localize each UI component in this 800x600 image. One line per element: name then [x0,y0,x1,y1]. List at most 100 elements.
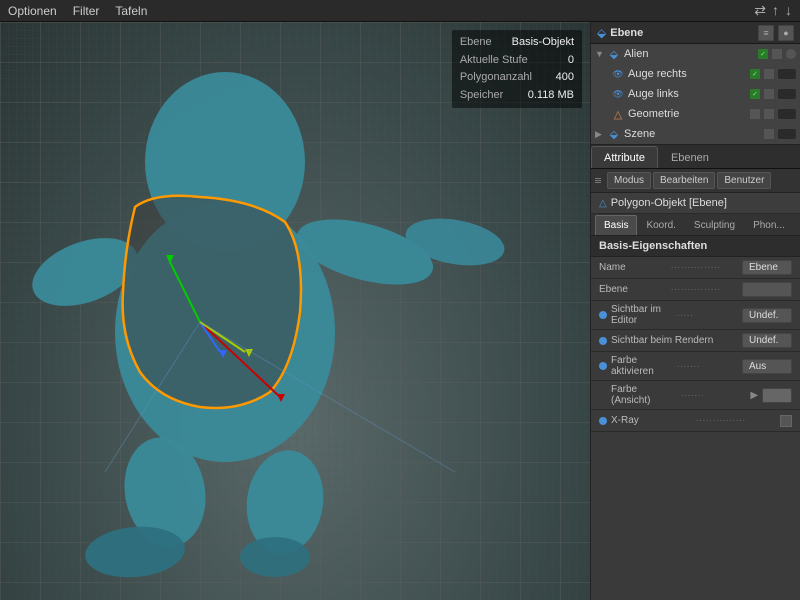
prop-label-xray: X-Ray [611,415,692,426]
menubar: Optionen Filter Tafeln ⇄ ↑ ↓ [0,0,800,22]
info-row-poly: Polygonanzahl 400 [460,69,574,87]
dot-grey-g-2 [764,109,774,119]
prop-row-name: Name ··············· Ebene [591,257,800,279]
prop-row-ebene: Ebene ··············· [591,279,800,301]
tab-attribute[interactable]: Attribute [591,146,658,168]
prop-value-ebene[interactable] [742,282,792,297]
indicator-sichtbar-render [599,337,607,345]
info-value-speicher: 0.118 MB [528,87,574,105]
right-panel: ⬙ Ebene ≡ ● ▼ ⬙ Alien ✓ [590,22,800,600]
tree-dots-alien: ✓ [758,49,796,59]
tree-arrow-alien: ▼ [595,49,607,59]
tree-label-geometrie: Geometrie [628,108,750,120]
prop-value-name[interactable]: Ebene [742,260,792,275]
spacer-farbe-ansicht [599,391,607,399]
tree-item-auge-links[interactable]: 👁 Auge links ✓ [591,84,800,104]
menu-optionen[interactable]: Optionen [8,4,57,18]
tree-dots-szene [764,129,796,139]
btn-modus[interactable]: Modus [607,172,651,189]
menu-filter[interactable]: Filter [73,4,100,18]
prop-label-name: Name [599,262,667,273]
prop-row-farbe-akt: Farbe aktivieren ······· Aus [591,352,800,381]
sub-tab-koord[interactable]: Koord. [637,215,684,235]
prop-value-sichtbar-render[interactable]: Undef. [742,333,792,348]
info-value-poly: 400 [556,69,574,87]
dot-dark-g [778,109,796,119]
viewport[interactable]: Ebene Basis-Objekt Aktuelle Stufe 0 Poly… [0,22,590,600]
indicator-farbe-akt [599,362,607,370]
prop-row-xray: X-Ray ··············· [591,410,800,432]
dot-check-al: ✓ [750,89,760,99]
info-label-poly: Polygonanzahl [460,69,532,87]
menu-tafeln[interactable]: Tafeln [115,4,147,18]
scene-header: ⬙ Ebene ≡ ● [591,22,800,44]
scene-icons: ≡ ● [758,25,794,41]
tree-label-auge-links: Auge links [628,88,750,100]
prop-label-farbe-ansicht: Farbe (Ansicht) [611,384,677,406]
dot-grey-ar-1 [764,69,774,79]
tree-item-auge-rechts[interactable]: 👁 Auge rechts ✓ [591,64,800,84]
dot-grey-s-1 [764,129,774,139]
layer-icon-szene: ⬙ [607,127,621,141]
prop-label-farbe-akt: Farbe aktivieren [611,355,673,377]
viewport-canvas: Ebene Basis-Objekt Aktuelle Stufe 0 Poly… [0,22,590,600]
prop-dots-xray: ··············· [696,415,777,426]
prop-arrow-farbe-ansicht[interactable]: ▶ [750,390,758,401]
indicator-xray [599,417,607,425]
tree-label-szene: Szene [624,128,764,140]
prop-dots-sichtbar-editor: ····· [677,310,739,321]
info-label-stufe: Aktuelle Stufe [460,52,528,70]
info-value-ebene: Basis-Objekt [512,34,574,52]
tree-item-alien[interactable]: ▼ ⬙ Alien ✓ [591,44,800,64]
eye-icon-links: 👁 [611,87,625,101]
prop-value-farbe-ansicht[interactable] [762,388,792,403]
layer-icon-alien: ⬙ [607,47,621,61]
attr-toolbar: Modus Bearbeiten Benutzer [591,169,800,193]
scene-layer-icon: ⬙ [597,26,606,40]
tree-dots-auge-links: ✓ [750,89,796,99]
tree-dots-auge-rechts: ✓ [750,69,796,79]
prop-value-farbe-akt[interactable]: Aus [742,359,792,374]
tab-ebenen[interactable]: Ebenen [658,146,722,168]
info-row-stufe: Aktuelle Stufe 0 [460,52,574,70]
sub-tabs: Basis Koord. Sculpting Phon... [591,214,800,236]
dot-grey-alien-2 [786,49,796,59]
prop-row-farbe-ansicht: Farbe (Ansicht) ······· ▶ [591,381,800,410]
tree-arrow-szene: ▶ [595,129,607,140]
drag-handle [595,178,601,183]
info-label-ebene: Ebene [460,34,492,52]
tree-item-szene[interactable]: ▶ ⬙ Szene [591,124,800,144]
scene-title: Ebene [610,27,643,39]
attr-tabs: Attribute Ebenen [591,145,800,169]
checkbox-xray[interactable] [780,415,792,427]
dot-dark-al [778,89,796,99]
scene-btn-1[interactable]: ≡ [758,25,774,41]
dot-dark-ar [778,69,796,79]
props-content: Basis-Eigenschaften Name ···············… [591,236,800,600]
character-svg [0,22,590,600]
prop-label-sichtbar-render: Sichtbar beim Rendern [611,335,738,346]
dot-dark-s [778,129,796,139]
scene-panel: ⬙ Ebene ≡ ● ▼ ⬙ Alien ✓ [591,22,800,145]
dot-grey-g-1 [750,109,760,119]
object-title: △ Polygon-Objekt [Ebene] [591,193,800,214]
dot-grey-alien-1 [772,49,782,59]
scene-btn-2[interactable]: ● [778,25,794,41]
polygon-icon: △ [599,198,607,209]
dot-grey-al-1 [764,89,774,99]
prop-value-sichtbar-editor[interactable]: Undef. [742,308,792,323]
info-row-speicher: Speicher 0.118 MB [460,87,574,105]
section-header-basis: Basis-Eigenschaften [591,236,800,257]
tree-item-geometrie[interactable]: △ Geometrie [591,104,800,124]
sub-tab-sculpting[interactable]: Sculpting [685,215,744,235]
sub-tab-basis[interactable]: Basis [595,215,637,235]
dot-check-ar: ✓ [750,69,760,79]
sub-tab-phon[interactable]: Phon... [744,215,794,235]
prop-dots-name: ··············· [671,262,739,273]
btn-bearbeiten[interactable]: Bearbeiten [653,172,715,189]
btn-benutzer[interactable]: Benutzer [717,172,771,189]
prop-dots-farbe-akt: ······· [677,361,739,372]
prop-dots-farbe-ansicht: ······· [681,390,747,401]
geo-icon: △ [611,107,625,121]
prop-dots-ebene: ··············· [671,284,739,295]
